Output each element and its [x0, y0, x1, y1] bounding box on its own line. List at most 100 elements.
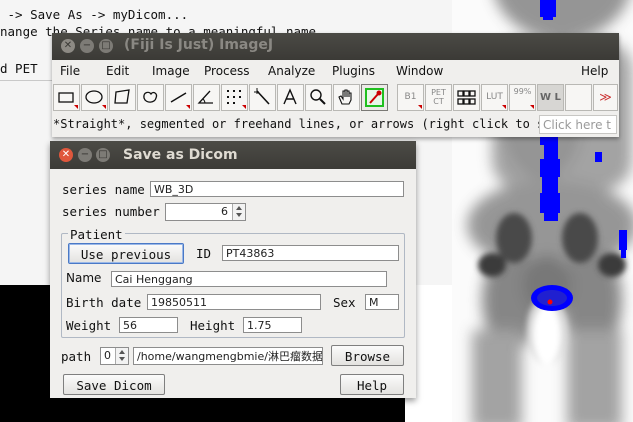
menu-bar: File Edit Image Process Analyze Plugins …: [52, 60, 619, 82]
wand-tool-icon: [254, 88, 270, 105]
menu-edit[interactable]: Edit: [106, 64, 129, 78]
imagej-window: ✕ − □ (Fiji Is Just) ImageJ File Edit Im…: [52, 33, 619, 137]
minimize-icon[interactable]: −: [80, 39, 94, 53]
imagej-title-bar[interactable]: ✕ − □ (Fiji Is Just) ImageJ: [52, 33, 619, 60]
stepper-arrows[interactable]: [115, 348, 128, 364]
angle-tool-button[interactable]: [193, 84, 220, 111]
freehand-tool-icon: [143, 91, 158, 103]
grid-layout-button[interactable]: [453, 84, 480, 111]
lut-tool-button[interactable]: LUT: [481, 84, 508, 111]
birth-date-input[interactable]: 19850511: [147, 294, 321, 310]
empty-tool-slot[interactable]: [565, 84, 592, 111]
angle-tool-icon: [197, 90, 213, 104]
id-input[interactable]: PT43863: [222, 245, 399, 261]
name-label: Name: [66, 271, 102, 285]
tool-options-indicator: [530, 105, 534, 109]
series-name-input[interactable]: WB_3D: [150, 181, 404, 197]
status-bar: *Straight*, segmented or freehand lines,…: [52, 114, 619, 137]
tool-options-indicator: [102, 105, 106, 109]
path-stepper[interactable]: 0: [100, 347, 129, 365]
freehand-tool-button[interactable]: [137, 84, 164, 111]
save-dicom-button[interactable]: Save Dicom: [63, 374, 165, 395]
menu-file[interactable]: File: [60, 64, 80, 78]
height-input[interactable]: 1.75: [243, 317, 302, 333]
stepper-down-icon[interactable]: [236, 213, 242, 217]
id-label: ID: [196, 246, 212, 261]
stepper-down-icon[interactable]: [119, 357, 125, 361]
tool-options-indicator: [418, 105, 422, 109]
percent-tool-button[interactable]: 99%: [509, 84, 536, 111]
menu-process[interactable]: Process: [204, 64, 250, 78]
wl-label: W L: [540, 92, 561, 103]
line-tool-button[interactable]: [165, 84, 192, 111]
path-input[interactable]: /home/wangmengbmie/淋巴瘤数据库: [133, 347, 323, 365]
hand-tool-icon: [338, 89, 352, 105]
lut-label: LUT: [486, 92, 503, 102]
series-number-value: 6: [221, 205, 228, 218]
dialog-title-bar[interactable]: ✕ − □ Save as Dicom: [50, 141, 416, 169]
dialog-title: Save as Dicom: [123, 147, 238, 163]
tool-options-indicator: [74, 105, 78, 109]
toolbar: B1 PET CT LUT 99% W L ≫: [52, 82, 619, 114]
menu-help[interactable]: Help: [581, 64, 608, 78]
window-title: (Fiji Is Just) ImageJ: [124, 37, 274, 53]
use-previous-button[interactable]: Use previous: [68, 243, 184, 264]
polygon-tool-button[interactable]: [109, 84, 136, 111]
text-tool-icon: [283, 88, 297, 105]
maximize-icon[interactable]: □: [99, 39, 113, 53]
birth-date-label: Birth date: [66, 295, 142, 310]
color-picker-tool-button[interactable]: [361, 84, 388, 111]
polygon-tool-icon: [114, 89, 130, 104]
menu-analyze[interactable]: Analyze: [268, 64, 315, 78]
tool-options-indicator: [186, 105, 190, 109]
save-as-dicom-dialog: ✕ − □ Save as Dicom series name WB_3D se…: [50, 141, 416, 398]
red-marker: [547, 299, 553, 305]
terminal-line-1: -> Save As -> myDicom...: [0, 7, 189, 22]
menu-window[interactable]: Window: [396, 64, 443, 78]
series-number-label: series number: [62, 204, 160, 219]
text-tool-button[interactable]: [277, 84, 304, 111]
stepper-up-icon[interactable]: [236, 206, 242, 210]
close-icon[interactable]: ✕: [59, 148, 73, 162]
point-tool-button[interactable]: [221, 84, 248, 111]
help-button[interactable]: Help: [340, 374, 404, 395]
status-text: *Straight*, segmented or freehand lines,…: [53, 117, 588, 131]
petct-tool-button[interactable]: PET CT: [425, 84, 452, 111]
more-tools-icon: ≫: [599, 90, 612, 104]
oval-tool-button[interactable]: [81, 84, 108, 111]
close-icon[interactable]: ✕: [61, 39, 75, 53]
wand-tool-button[interactable]: [249, 84, 276, 111]
magnifier-tool-button[interactable]: [305, 84, 332, 111]
rectangle-tool-button[interactable]: [53, 84, 80, 111]
weight-label: Weight: [66, 318, 112, 333]
sex-label: Sex: [333, 295, 356, 310]
patient-group-title: Patient: [68, 227, 125, 242]
more-tools-button[interactable]: ≫: [593, 84, 618, 111]
magnifier-tool-icon: [310, 89, 326, 105]
color-picker-tool-icon: [365, 88, 384, 107]
stepper-up-icon[interactable]: [119, 350, 125, 354]
click-here-field[interactable]: Click here t: [539, 115, 617, 134]
weight-input[interactable]: 56: [119, 317, 178, 333]
tool-options-indicator: [242, 105, 246, 109]
name-input[interactable]: Cai Henggang: [111, 271, 387, 287]
hand-tool-button[interactable]: [333, 84, 360, 111]
stepper-arrows[interactable]: [232, 204, 245, 220]
percent-label: 99%: [513, 87, 532, 96]
height-label: Height: [190, 318, 236, 333]
minimize-icon[interactable]: −: [78, 148, 92, 162]
petct-label: PET CT: [431, 88, 446, 106]
tool-options-indicator: [502, 105, 506, 109]
menu-image[interactable]: Image: [152, 64, 190, 78]
window-level-tool-button[interactable]: W L: [537, 84, 564, 111]
grid-layout-icon: [457, 90, 476, 105]
maximize-icon[interactable]: □: [96, 148, 110, 162]
b1-tool-button[interactable]: B1: [397, 84, 424, 111]
sex-input[interactable]: M: [365, 294, 399, 310]
menu-plugins[interactable]: Plugins: [332, 64, 375, 78]
terminal-line-3: d PET: [0, 61, 38, 76]
path-stepper-value: 0: [104, 349, 111, 362]
browse-button[interactable]: Browse: [331, 345, 404, 366]
series-number-stepper[interactable]: 6: [165, 203, 246, 221]
series-name-label: series name: [62, 182, 145, 197]
